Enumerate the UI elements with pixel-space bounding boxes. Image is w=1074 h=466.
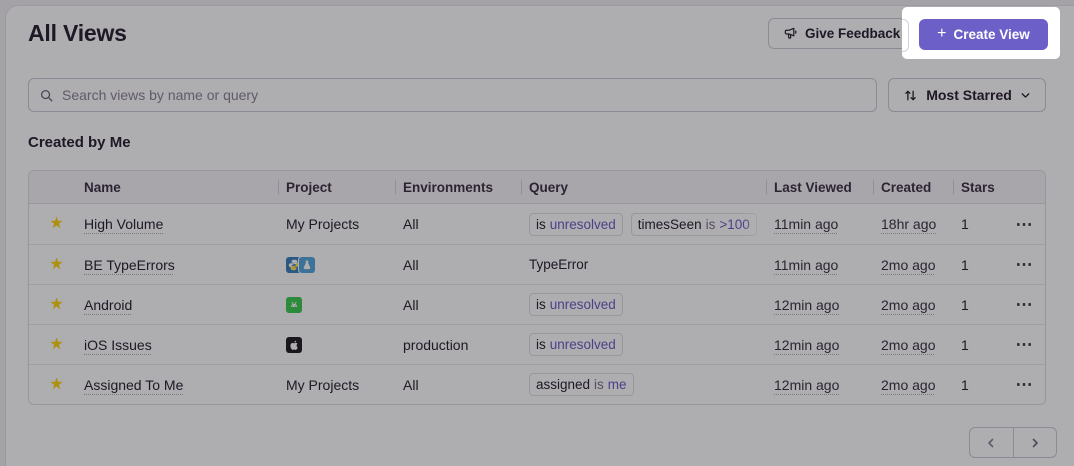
all-views-page: All Views Give Feedback + Create View (0, 0, 1074, 466)
plus-icon: + (937, 26, 946, 42)
dim-overlay (0, 0, 1074, 466)
create-view-button[interactable]: + Create View (919, 19, 1048, 50)
create-view-label: Create View (954, 27, 1030, 42)
